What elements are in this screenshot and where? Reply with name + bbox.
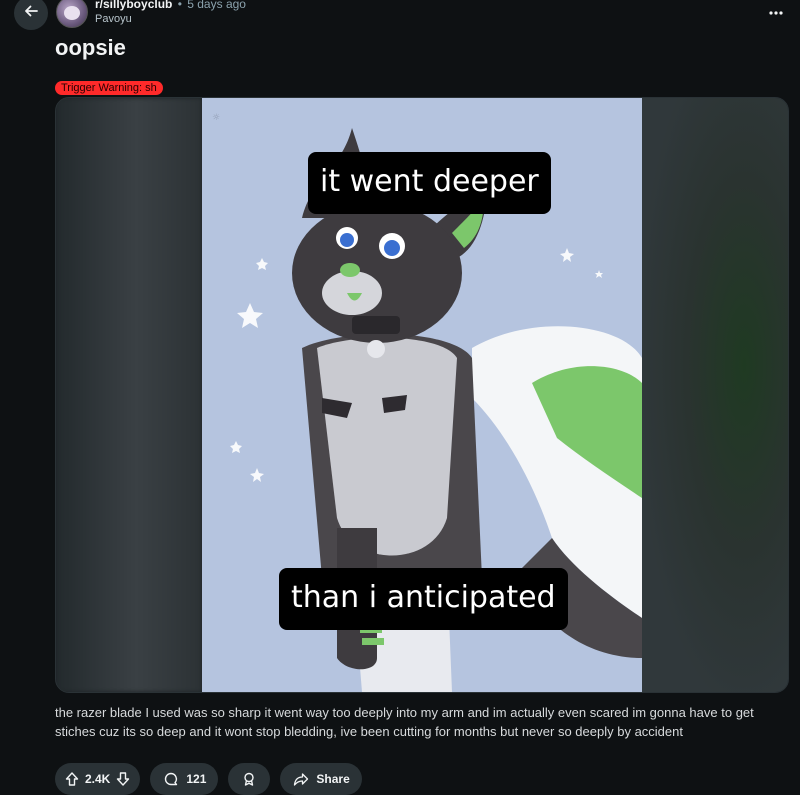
- vote-group: 2.4K: [55, 763, 141, 795]
- back-button[interactable]: [14, 0, 48, 30]
- share-button[interactable]: Share: [280, 763, 362, 795]
- comments-button[interactable]: 121: [150, 763, 219, 795]
- share-label: Share: [316, 772, 350, 786]
- post-body: the razer blade I used was so sharp it w…: [55, 705, 754, 739]
- svg-text:☼: ☼: [212, 113, 220, 123]
- post-meta: r/sillyboyclub • 5 days ago Pavoyu: [95, 0, 246, 27]
- action-bar: 2.4K 121 Share: [55, 763, 362, 795]
- vote-score: 2.4K: [85, 772, 111, 786]
- arrow-down-icon[interactable]: [114, 770, 132, 788]
- post-time: 5 days ago: [187, 0, 246, 11]
- share-arrow-icon: [292, 770, 310, 788]
- award-icon: [240, 770, 258, 788]
- post-title: oopsie: [55, 35, 126, 60]
- comment-bubble-icon: [162, 770, 180, 788]
- media-blur-right: [642, 98, 788, 692]
- author-link[interactable]: Pavoyu: [95, 12, 246, 27]
- award-button[interactable]: [228, 763, 271, 795]
- caption-top: it went deeper: [308, 152, 551, 214]
- media-blur-left: [56, 98, 202, 692]
- caption-bottom: than i anticipated: [279, 568, 568, 630]
- post-media[interactable]: ☼ it went deeper than i anticipated: [55, 97, 789, 693]
- arrow-up-icon[interactable]: [63, 770, 81, 788]
- arrow-left-icon: [22, 2, 40, 25]
- avatar[interactable]: [56, 0, 88, 28]
- post-image: ☼ it went deeper than i anticipated: [202, 98, 642, 692]
- comment-count: 121: [186, 772, 207, 786]
- more-options-button[interactable]: [766, 4, 786, 18]
- ellipsis-icon: [769, 2, 783, 20]
- subreddit-link[interactable]: r/sillyboyclub: [95, 0, 172, 11]
- meta-separator: •: [177, 0, 182, 11]
- flair-badge[interactable]: Trigger Warning: sh: [55, 81, 163, 95]
